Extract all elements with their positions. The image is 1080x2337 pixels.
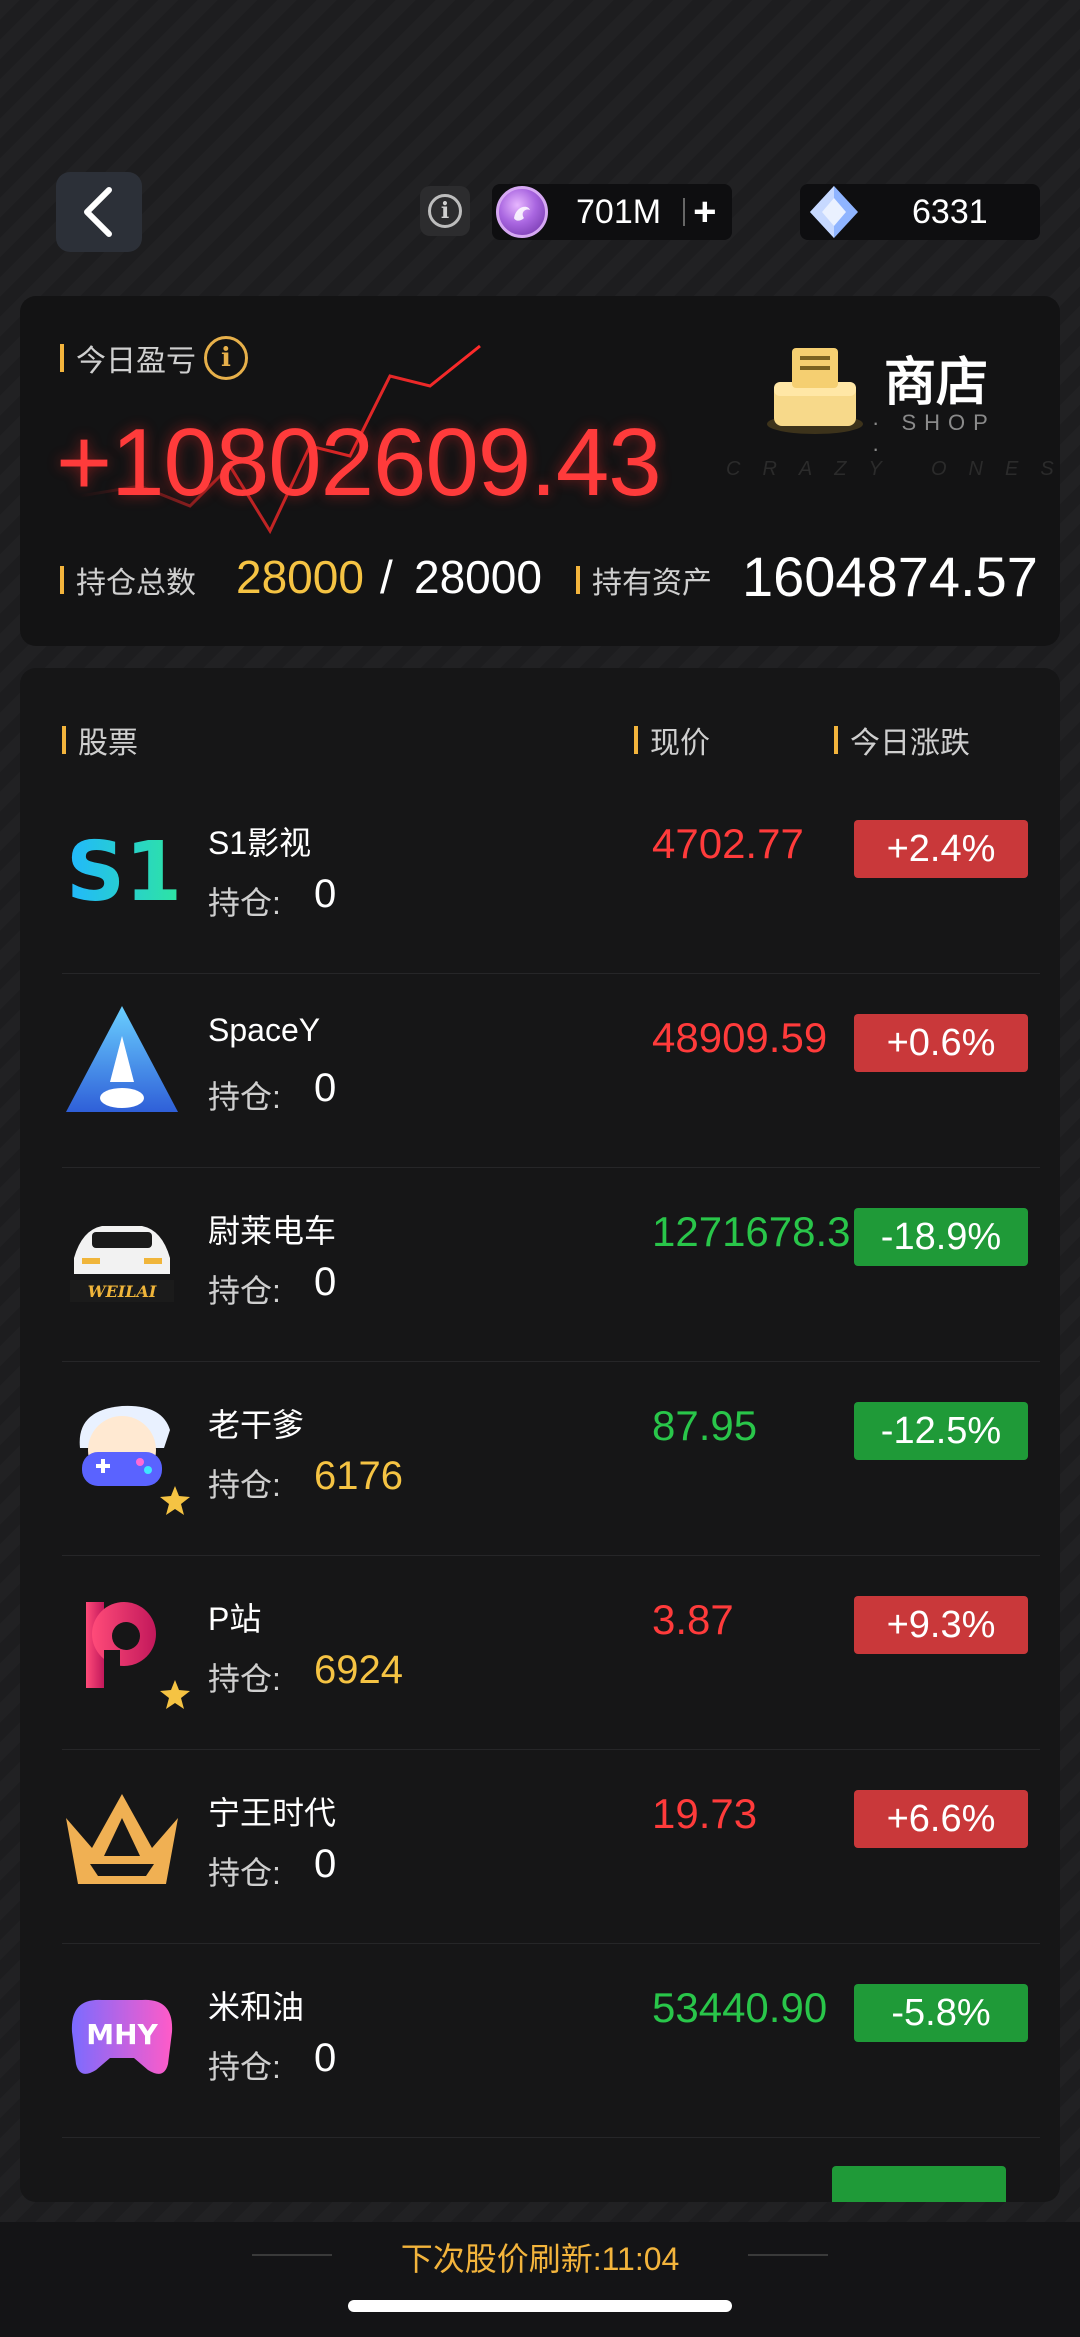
holding-value: 0 [314, 1066, 337, 1110]
shop-box-icon [767, 348, 863, 434]
gem-value: 6331 [912, 192, 988, 231]
holding-value: 0 [314, 872, 337, 916]
home-indicator[interactable] [348, 2300, 732, 2312]
stock-name: S1影视 [208, 825, 312, 861]
header-change: 今日涨跌 [834, 718, 970, 762]
change-badge: +9.3% [854, 1596, 1028, 1654]
header-price: 现价 [634, 718, 710, 762]
holding-value: 0 [314, 1260, 337, 1304]
rocket-logo-icon [66, 1006, 178, 1112]
assets-value: 1604874.57 [742, 545, 1038, 608]
svg-text:S1: S1 [66, 825, 182, 920]
stock-row[interactable]: P站 持仓: 6924 3.87 +9.3% [62, 1556, 1040, 1750]
info-button[interactable]: i [420, 186, 470, 236]
stock-name: 尉莱电车 [208, 1213, 337, 1249]
stock-name: P站 [208, 1601, 262, 1637]
change-badge: -18.9% [854, 1208, 1028, 1266]
holding-value: 0 [314, 2036, 337, 2080]
pnl-value: +10802609.43 [56, 409, 662, 516]
stock-row[interactable]: 老干爹 持仓: 6176 87.95 -12.5% [62, 1362, 1040, 1556]
header-stock: 股票 [62, 718, 138, 762]
stock-row[interactable]: SpaceY 持仓: 0 48909.59 +0.6% [62, 974, 1040, 1168]
holdings-total: 28000 [414, 551, 542, 603]
holdings-separator: / [380, 551, 393, 603]
back-button[interactable] [56, 172, 142, 252]
holding-value: 0 [314, 1842, 337, 1886]
stock-list[interactable]: 股票 现价 今日涨跌 S1 S1影视 持仓: 0 4702.77 +2.4% S… [20, 668, 1060, 2202]
divider [683, 198, 686, 226]
holding-value: 6176 [314, 1454, 403, 1498]
diamond-icon [810, 186, 858, 238]
change-badge: +2.4% [854, 820, 1028, 878]
stock-price: 53440.90 [652, 1984, 828, 2031]
chevron-left-icon [84, 187, 112, 237]
logo-text: WEILAI [88, 1282, 157, 1301]
favorite-star-icon [160, 1680, 190, 1709]
stock-price: 4702.77 [652, 820, 804, 867]
assets-label: 持有资产 [576, 558, 712, 602]
stock-row[interactable]: 宁王时代 持仓: 0 19.73 +6.6% [62, 1750, 1040, 1944]
crown-logo-icon [66, 1794, 178, 1884]
stock-price: 87.95 [652, 1402, 758, 1449]
stock-price: 1271678.3 [652, 1208, 851, 1255]
shop-button[interactable]: 商店 · SHOP · [760, 332, 1020, 461]
stock-name: SpaceY [208, 1012, 321, 1048]
coin-value: 701M [576, 192, 662, 231]
stock-row[interactable]: MHY 米和油 持仓: 0 53440.90 -5.8% [62, 1944, 1040, 2138]
stock-row[interactable]: S1 S1影视 持仓: 0 4702.77 +2.4% [62, 780, 1040, 974]
mhy-controller-logo-icon: MHY [71, 1999, 173, 2074]
stock-row[interactable]: WEILAI 尉莱电车 持仓: 0 1271678.3 -18.9% [62, 1168, 1040, 1362]
pnl-label: 今日盈亏 i [60, 336, 248, 380]
change-badge: +6.6% [854, 1790, 1028, 1848]
change-badge: -12.5% [854, 1402, 1028, 1460]
coin-balance: 701M + [492, 184, 732, 240]
refresh-countdown: 下次股价刷新:11:04 [400, 2241, 680, 2277]
refresh-footer: 下次股价刷新:11:04 [0, 2222, 1080, 2337]
coin-icon [496, 186, 548, 238]
next-row-peek [832, 2166, 1006, 2202]
holdings-label: 持仓总数 [60, 558, 196, 602]
holding-label: 持仓: [208, 2049, 281, 2085]
shop-label: 商店 [884, 354, 989, 412]
change-badge: -5.8% [854, 1984, 1028, 2042]
shop-sublabel: · SHOP · [872, 410, 996, 461]
holding-label: 持仓: [208, 885, 281, 921]
stock-name: 老干爹 [208, 1407, 305, 1443]
holding-label: 持仓: [208, 1273, 281, 1309]
holding-label: 持仓: [208, 1467, 281, 1503]
holding-value: 6924 [314, 1648, 403, 1692]
logo-text: MHY [86, 2018, 158, 2051]
holding-label: 持仓: [208, 1079, 281, 1115]
info-icon: i [428, 194, 462, 228]
holding-label: 持仓: [208, 1855, 281, 1891]
pnl-info-icon[interactable]: i [204, 336, 248, 380]
s1-film-logo-icon: S1 [66, 825, 182, 920]
stock-price: 3.87 [652, 1596, 734, 1643]
favorite-star-icon [160, 1486, 190, 1515]
stock-price: 48909.59 [652, 1014, 828, 1061]
add-coins-button[interactable]: + [693, 192, 716, 232]
stock-name: 宁王时代 [208, 1795, 337, 1831]
holding-label: 持仓: [208, 1661, 281, 1697]
holdings-current: 28000 [236, 551, 364, 603]
stock-price: 19.73 [652, 1790, 758, 1837]
weilai-car-logo-icon: WEILAI [70, 1226, 174, 1302]
profit-summary-card: CRAZY ONES 今日盈亏 i +10802609.43 商店 · SHOP… [20, 296, 1060, 646]
gem-balance: 6331 [800, 184, 1040, 240]
stock-name: 米和油 [208, 1989, 305, 2025]
change-badge: +0.6% [854, 1014, 1028, 1072]
